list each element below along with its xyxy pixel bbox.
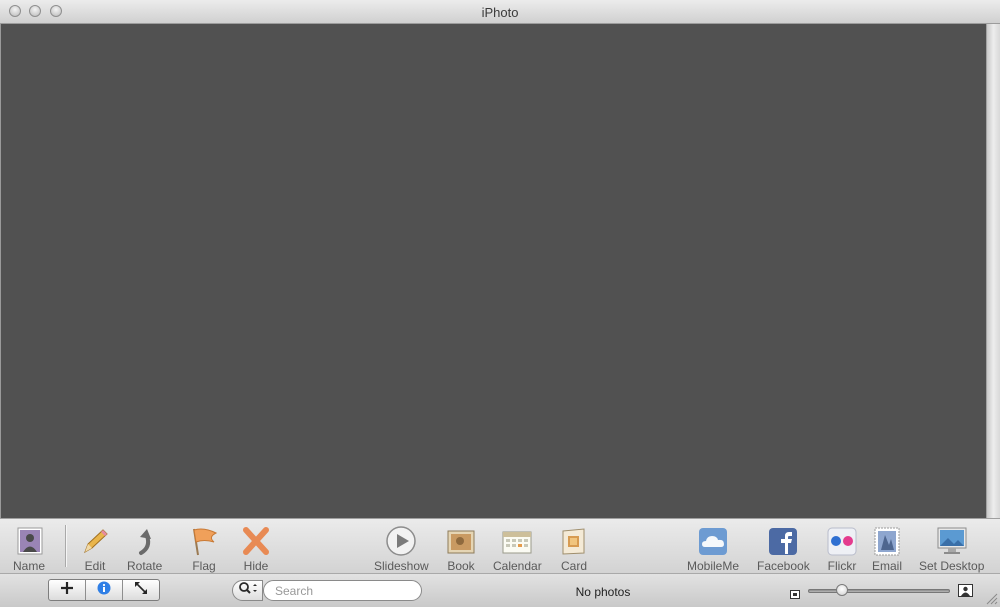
facebook-icon xyxy=(767,525,799,557)
card-label: Card xyxy=(560,559,587,573)
resize-grip-icon[interactable] xyxy=(984,591,998,607)
book-button[interactable]: Book xyxy=(445,525,477,573)
thumbnail-size-slider[interactable] xyxy=(808,589,950,593)
rotate-label: Rotate xyxy=(127,559,163,573)
email-label: Email xyxy=(871,559,902,573)
hide-button[interactable]: Hide xyxy=(240,525,272,573)
small-thumbnail-icon xyxy=(790,586,800,604)
stamp-icon xyxy=(871,525,903,557)
flag-icon xyxy=(188,525,220,557)
window-title: iPhoto xyxy=(481,5,519,20)
mobileme-button[interactable]: MobileMe xyxy=(687,525,739,573)
monitor-icon xyxy=(936,525,968,557)
title-bar: iPhoto xyxy=(0,0,1000,24)
facebook-label: Facebook xyxy=(757,559,810,573)
search-input[interactable]: Search xyxy=(263,580,422,601)
mobileme-label: MobileMe xyxy=(687,559,740,573)
name-button[interactable]: Name xyxy=(13,525,45,573)
edit-button[interactable]: Edit xyxy=(79,525,111,573)
facebook-button[interactable]: Facebook xyxy=(757,525,810,573)
search-icon xyxy=(238,581,258,600)
iphoto-window: iPhoto Name Edit Rotate Flag Hide Slides… xyxy=(0,0,1000,607)
calendar-button[interactable]: Calendar xyxy=(493,525,542,573)
flickr-button[interactable]: Flickr xyxy=(826,525,858,573)
large-thumbnail-icon xyxy=(958,584,973,602)
info-icon xyxy=(97,581,111,600)
email-button[interactable]: Email xyxy=(871,525,903,573)
hide-label: Hide xyxy=(243,559,269,573)
vertical-scrollbar[interactable] xyxy=(986,24,1000,518)
calendar-label: Calendar xyxy=(493,559,542,573)
set-desktop-label: Set Desktop xyxy=(919,559,985,573)
calendar-icon xyxy=(501,525,533,557)
source-controls xyxy=(48,579,160,601)
pencil-icon xyxy=(79,525,111,557)
hide-x-icon xyxy=(240,525,272,557)
toolbar: Name Edit Rotate Flag Hide Slideshow Boo… xyxy=(0,518,1000,574)
flickr-icon xyxy=(826,525,858,557)
cloud-icon xyxy=(697,525,729,557)
set-desktop-button[interactable]: Set Desktop xyxy=(919,525,984,573)
plus-icon xyxy=(60,581,74,600)
photo-browser-area[interactable] xyxy=(0,24,986,518)
flickr-label: Flickr xyxy=(827,559,857,573)
book-label: Book xyxy=(447,559,475,573)
slider-knob[interactable] xyxy=(836,584,848,596)
slideshow-label: Slideshow xyxy=(374,559,429,573)
rotate-arrow-icon xyxy=(129,525,161,557)
play-icon xyxy=(385,525,417,557)
add-button[interactable] xyxy=(49,580,86,600)
card-button[interactable]: Card xyxy=(558,525,590,573)
book-icon xyxy=(445,525,477,557)
photo-count-status: No photos xyxy=(575,585,631,599)
fullscreen-button[interactable] xyxy=(123,580,159,600)
rotate-button[interactable]: Rotate xyxy=(127,525,162,573)
fullscreen-icon xyxy=(134,581,148,600)
flag-label: Flag xyxy=(192,559,216,573)
info-button[interactable] xyxy=(86,580,123,600)
card-icon xyxy=(558,525,590,557)
search-options-button[interactable] xyxy=(232,580,263,601)
name-portrait-icon xyxy=(13,525,45,557)
slideshow-button[interactable]: Slideshow xyxy=(374,525,429,573)
flag-button[interactable]: Flag xyxy=(188,525,220,573)
name-label: Name xyxy=(13,559,46,573)
toolbar-divider xyxy=(65,525,66,567)
edit-label: Edit xyxy=(84,559,106,573)
